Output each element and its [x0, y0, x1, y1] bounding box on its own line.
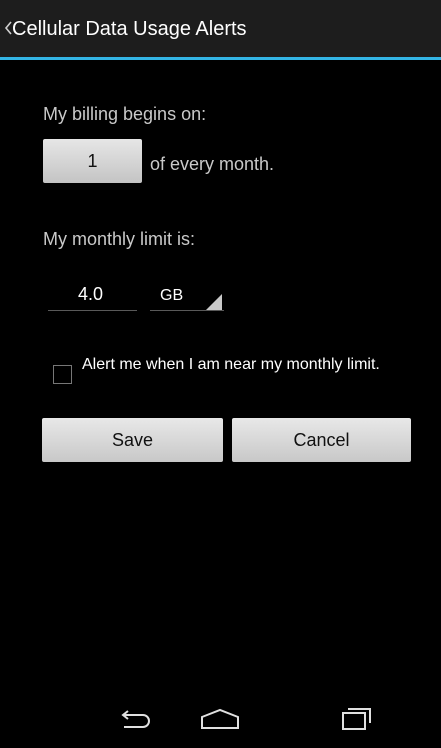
recent-apps-icon	[342, 708, 371, 730]
billing-label: My billing begins on:	[43, 104, 207, 124]
action-bar-divider	[0, 57, 441, 60]
limit-amount-field[interactable]: 4.0	[48, 277, 137, 311]
cancel-button-label: Cancel	[293, 429, 350, 450]
alert-checkbox-label[interactable]: Alert me when I am near my monthly limit…	[82, 355, 402, 374]
spinner-corner-icon	[206, 294, 222, 310]
action-bar: Cellular Data Usage Alerts	[0, 0, 441, 60]
nav-back-button[interactable]	[105, 704, 165, 734]
back-arrow-icon	[121, 710, 150, 728]
cancel-button[interactable]: Cancel	[232, 418, 411, 462]
billing-day-value: 1	[87, 150, 98, 171]
alert-checkbox[interactable]	[53, 365, 72, 384]
nav-home-button[interactable]	[190, 704, 250, 734]
spinner-underline	[150, 310, 224, 311]
nav-recents-button[interactable]	[327, 704, 387, 734]
page-title[interactable]: Cellular Data Usage Alerts	[12, 17, 247, 41]
limit-unit-value: GB	[160, 287, 184, 304]
save-button-label: Save	[111, 429, 154, 450]
limit-amount-value: 4.0	[78, 284, 104, 304]
save-button[interactable]: Save	[42, 418, 223, 462]
limit-unit-spinner[interactable]: GB	[150, 277, 224, 311]
billing-day-button[interactable]: 1	[43, 139, 142, 183]
home-icon	[201, 708, 239, 729]
field-underline	[48, 310, 137, 311]
navigation-bar	[0, 690, 441, 748]
limit-label: My monthly limit is:	[43, 229, 196, 249]
billing-suffix: of every month.	[150, 154, 275, 174]
